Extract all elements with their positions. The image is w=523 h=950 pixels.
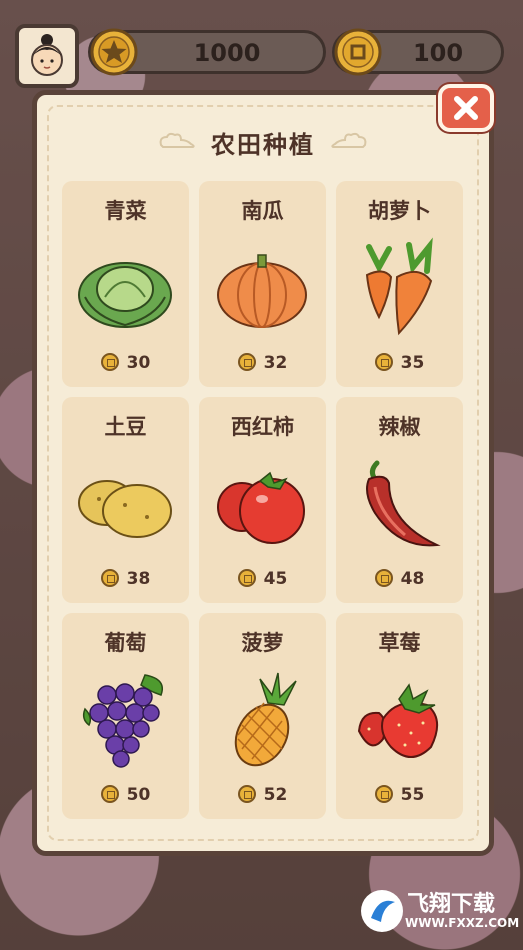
crop-card-carrot[interactable]: 胡萝卜 35 <box>336 181 463 387</box>
price-value: 32 <box>263 353 288 373</box>
price-value: 38 <box>126 569 151 589</box>
coin-icon <box>374 785 393 803</box>
coin-counter: 100 <box>332 28 504 76</box>
crop-price: 35 <box>336 353 463 373</box>
coin-icon <box>237 353 256 371</box>
crop-name: 青菜 <box>104 199 147 223</box>
crop-name: 西红柿 <box>231 415 294 439</box>
coin-icon <box>374 353 393 371</box>
gold-value: 1000 <box>193 39 261 67</box>
crop-price: 52 <box>199 785 326 805</box>
potato-icon <box>78 480 172 538</box>
coin-icon <box>100 353 119 371</box>
price-value: 45 <box>263 569 288 589</box>
crop-card-potato[interactable]: 土豆 38 <box>62 397 189 603</box>
gold-counter: 1000 <box>88 28 326 76</box>
crop-name: 土豆 <box>104 415 147 439</box>
crop-price: 48 <box>336 569 463 589</box>
crop-name: 辣椒 <box>378 415 421 439</box>
crop-card-cabbage[interactable]: 青菜 30 <box>62 181 189 387</box>
crop-card-pineapple[interactable]: 菠萝 52 <box>199 613 326 819</box>
chili-icon <box>366 460 441 547</box>
crop-price: 32 <box>199 353 326 373</box>
pumpkin-icon <box>217 254 307 328</box>
site-watermark: 飞翔下载 WWW.FXXZ.COM <box>355 880 519 942</box>
carrot-icon <box>365 237 433 336</box>
watermark-url: WWW.FXXZ.COM <box>405 916 520 930</box>
crop-price: 30 <box>62 353 189 373</box>
watermark-logo-icon <box>361 890 403 932</box>
crop-card-pumpkin[interactable]: 南瓜 32 <box>199 181 326 387</box>
crop-price: 45 <box>199 569 326 589</box>
panel-title: 农田种植 <box>211 131 315 159</box>
coin-icon <box>237 569 256 587</box>
crop-card-strawberry[interactable]: 草莓 55 <box>336 613 463 819</box>
crop-price: 50 <box>62 785 189 805</box>
crop-price: 55 <box>336 785 463 805</box>
price-value: 55 <box>400 785 425 805</box>
price-value: 48 <box>400 569 425 589</box>
close-icon <box>454 96 478 120</box>
crop-card-chili[interactable]: 辣椒 48 <box>336 397 463 603</box>
coin-value: 100 <box>412 39 464 67</box>
crop-name: 胡萝卜 <box>368 199 431 223</box>
grape-icon <box>82 674 163 768</box>
watermark-brand: 飞翔下载 <box>407 892 496 917</box>
price-value: 52 <box>263 785 288 805</box>
coin-icon <box>374 569 393 587</box>
crop-grid: 青菜 30 南瓜 32 胡萝卜 35 土豆 38 西红柿 45 辣椒 48 葡萄… <box>62 181 463 819</box>
strawberry-icon <box>357 683 438 758</box>
close-button[interactable] <box>438 84 494 132</box>
coin-icon <box>100 569 119 587</box>
pineapple-icon <box>234 672 297 767</box>
player-avatar[interactable] <box>15 24 79 88</box>
crop-price: 38 <box>62 569 189 589</box>
player-face-icon <box>31 34 63 76</box>
cloud-ornament-icon <box>331 132 367 148</box>
price-value: 50 <box>126 785 151 805</box>
crop-name: 葡萄 <box>104 631 147 655</box>
coin-icon <box>100 785 119 803</box>
price-value: 30 <box>126 353 151 373</box>
coin-icon <box>237 785 256 803</box>
crop-card-grape[interactable]: 葡萄 50 <box>62 613 189 819</box>
crop-card-tomato[interactable]: 西红柿 45 <box>199 397 326 603</box>
tomato-icon <box>217 471 305 544</box>
crop-name: 菠萝 <box>241 631 284 655</box>
price-value: 35 <box>400 353 425 373</box>
crop-name: 南瓜 <box>241 199 284 223</box>
cabbage-icon <box>78 262 172 328</box>
crop-name: 草莓 <box>378 631 421 655</box>
